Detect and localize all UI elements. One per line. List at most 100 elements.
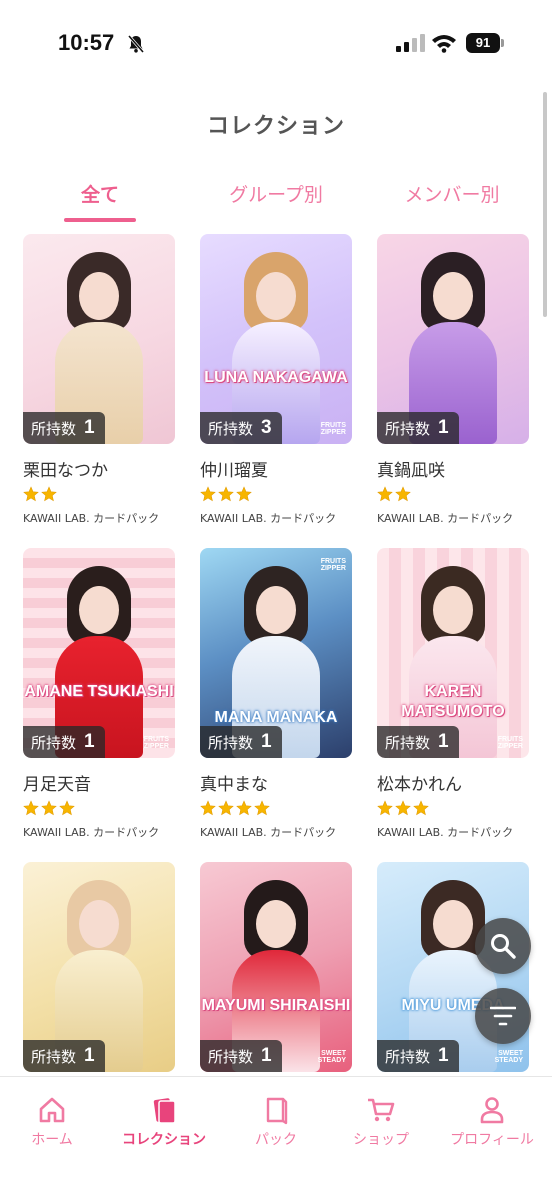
card-image: AMANE TSUKIASHI FRUITS ZIPPER 所持数 1 — [23, 548, 175, 758]
rarity-stars — [200, 486, 252, 502]
nav-shop[interactable]: ショップ — [346, 1095, 416, 1149]
star-icon — [395, 800, 411, 816]
brand-logo: FRUITS ZIPPER — [320, 558, 346, 572]
brand-logo: FRUITS ZIPPER — [143, 736, 169, 750]
nav-label: ショップ — [353, 1132, 409, 1148]
star-icon — [236, 800, 252, 816]
owned-count-badge: 所持数 3 — [200, 412, 282, 444]
active-tab-indicator — [64, 218, 136, 222]
pack-name: KAWAII LAB. カードパック — [23, 826, 160, 839]
search-button[interactable] — [475, 918, 531, 974]
bell-off-icon — [127, 35, 145, 53]
filter-button[interactable] — [475, 988, 531, 1044]
owned-count-label: 所持数 — [208, 1047, 254, 1066]
status-bar: 10:57 91 — [0, 0, 552, 90]
card-art-name: MANA MANAKA — [214, 709, 338, 726]
tab-by-group[interactable]: グループ別 — [216, 180, 336, 207]
card-image: MAYUMI SHIRAISHI SWEET STEADY 所持数 1 — [200, 862, 352, 1072]
owned-count-badge: 所持数 1 — [23, 1040, 105, 1072]
card-image: MANA MANAKA FRUITS ZIPPER 所持数 1 — [200, 548, 352, 758]
battery-tip — [501, 39, 504, 47]
owned-count-label: 所持数 — [208, 733, 254, 752]
nav-profile[interactable]: プロフィール — [444, 1095, 540, 1149]
star-icon — [41, 486, 57, 502]
owned-count-badge: 所持数 1 — [200, 726, 282, 758]
battery-level: 91 — [466, 33, 500, 53]
owned-count-value: 1 — [438, 731, 449, 752]
owned-count-label: 所持数 — [208, 419, 254, 438]
star-icon — [218, 800, 234, 816]
member-name: 真中まな — [200, 775, 268, 795]
owned-count-label: 所持数 — [385, 733, 431, 752]
brand-logo: SWEET STEADY — [317, 1050, 346, 1064]
pack-icon — [266, 1097, 288, 1125]
nav-pack[interactable]: パック — [248, 1095, 304, 1149]
rarity-stars — [23, 800, 75, 816]
brand-logo: FRUITS ZIPPER — [497, 736, 523, 750]
nav-label: プロフィール — [450, 1132, 534, 1148]
card-art-name: LUNA NAKAGAWA — [204, 369, 348, 386]
bottom-nav: ホーム コレクション パック ショップ プロフィール — [0, 1076, 552, 1200]
owned-count-badge: 所持数 1 — [23, 726, 105, 758]
filter-icon — [490, 1006, 516, 1026]
member-name: 真鍋凪咲 — [377, 461, 445, 481]
owned-count-value: 1 — [261, 1045, 272, 1066]
pack-name: KAWAII LAB. カードパック — [377, 826, 514, 839]
owned-count-badge: 所持数 1 — [377, 412, 459, 444]
wifi-icon — [432, 35, 456, 53]
member-name: 仲川瑠夏 — [200, 461, 268, 481]
rarity-stars — [377, 800, 429, 816]
star-icon — [200, 486, 216, 502]
star-icon — [236, 486, 252, 502]
owned-count-badge: 所持数 1 — [377, 1040, 459, 1072]
collection-icon — [153, 1098, 176, 1124]
owned-count-label: 所持数 — [31, 419, 77, 438]
star-icon — [23, 486, 39, 502]
tab-all[interactable]: 全て — [64, 180, 136, 207]
owned-count-value: 1 — [84, 1045, 95, 1066]
battery-indicator: 91 — [466, 33, 506, 53]
card-image: LUNA NAKAGAWA FRUITS ZIPPER 所持数 3 — [200, 234, 352, 444]
member-name: 松本かれん — [377, 775, 462, 795]
rarity-stars — [23, 486, 57, 502]
star-icon — [377, 486, 393, 502]
rarity-stars — [377, 486, 411, 502]
member-name: 月足天音 — [23, 775, 91, 795]
card-image: KAREN MATSUMOTO FRUITS ZIPPER 所持数 1 — [377, 548, 529, 758]
star-icon — [200, 800, 216, 816]
nav-label: ホーム — [31, 1132, 73, 1148]
status-time: 10:57 — [58, 30, 115, 55]
nav-label: パック — [255, 1132, 297, 1148]
owned-count-label: 所持数 — [31, 1047, 77, 1066]
brand-logo: FRUITS ZIPPER — [320, 422, 346, 436]
brand-logo: SWEET STEADY — [494, 1050, 523, 1064]
home-icon — [39, 1097, 65, 1123]
search-icon — [491, 934, 516, 959]
tab-by-member[interactable]: メンバー別 — [392, 180, 512, 207]
rarity-stars — [200, 800, 270, 816]
star-icon — [377, 800, 393, 816]
star-icon — [23, 800, 39, 816]
card-art-name: KAREN MATSUMOTO — [401, 683, 505, 720]
nav-home[interactable]: ホーム — [24, 1095, 80, 1149]
owned-count-value: 1 — [84, 731, 95, 752]
tab-bar: 全て グループ別 メンバー別 — [0, 180, 552, 224]
cart-icon — [368, 1098, 395, 1122]
card-art-name: AMANE TSUKIASHI — [24, 683, 174, 700]
pack-name: KAWAII LAB. カードパック — [200, 512, 337, 525]
owned-count-badge: 所持数 1 — [377, 726, 459, 758]
card-image: 所持数 1 — [23, 234, 175, 444]
nav-label: コレクション — [122, 1132, 206, 1148]
star-icon — [413, 800, 429, 816]
owned-count-label: 所持数 — [385, 1047, 431, 1066]
signal-icon — [396, 34, 425, 52]
owned-count-value: 1 — [438, 417, 449, 438]
owned-count-value: 1 — [438, 1045, 449, 1066]
owned-count-value: 3 — [261, 417, 272, 438]
pack-name: KAWAII LAB. カードパック — [200, 826, 337, 839]
nav-collection[interactable]: コレクション — [116, 1095, 212, 1149]
card-art-name: MAYUMI SHIRAISHI — [201, 997, 351, 1014]
person-icon — [480, 1097, 504, 1124]
star-icon — [59, 800, 75, 816]
owned-count-label: 所持数 — [385, 419, 431, 438]
